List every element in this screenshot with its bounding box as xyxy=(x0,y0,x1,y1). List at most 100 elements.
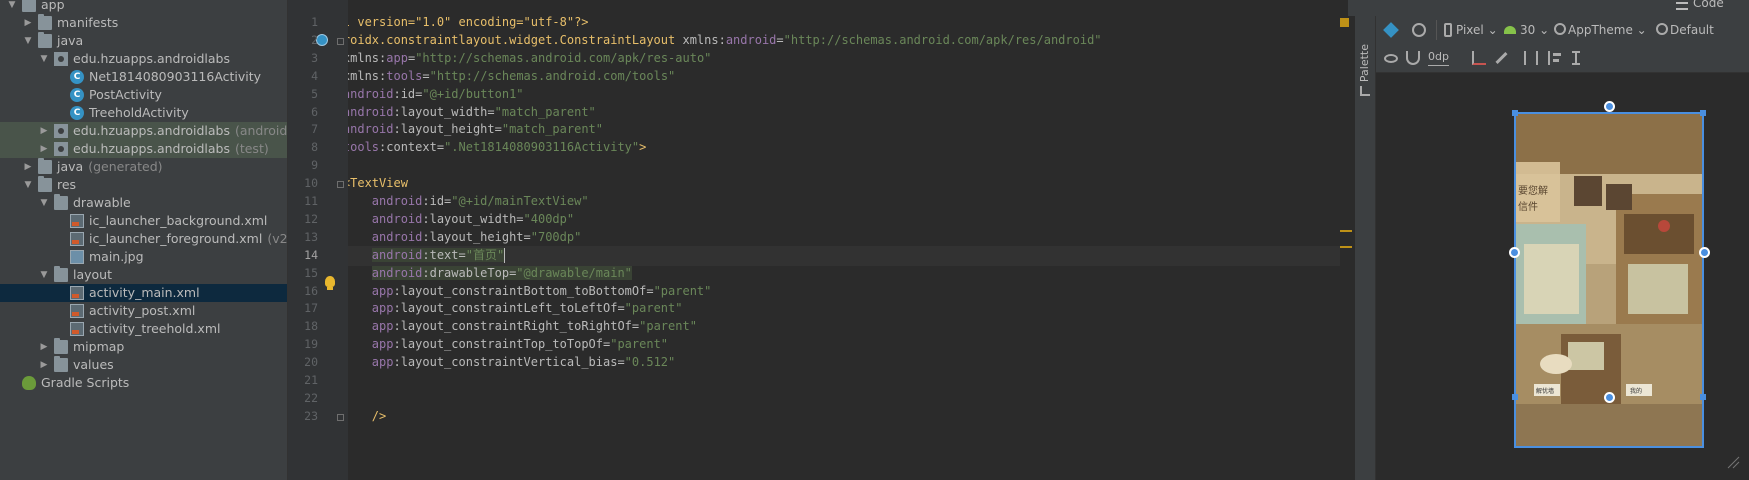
line-number[interactable]: 10 xyxy=(288,176,318,190)
palette-tab-label[interactable]: Palette xyxy=(1358,44,1371,82)
tree-item[interactable]: C TreeholdActivity xyxy=(0,104,287,122)
expand-arrow-icon[interactable]: ▶ xyxy=(38,140,50,160)
resize-handle-br[interactable] xyxy=(1700,394,1706,400)
right-constraint-handle[interactable] xyxy=(1699,247,1710,258)
api-level-selector[interactable]: 30 ⌄ xyxy=(1520,21,1549,39)
theme-selector[interactable]: AppTheme ⌄ xyxy=(1568,21,1647,39)
device-selector[interactable]: Pixel ⌄ xyxy=(1456,21,1498,39)
locale-globe-icon[interactable] xyxy=(1656,23,1668,35)
warning-indicator-icon[interactable] xyxy=(1340,18,1349,27)
tree-item[interactable]: ▶ edu.hzuapps.androidlabs (test) xyxy=(0,140,287,158)
line-number[interactable]: 4 xyxy=(288,69,318,83)
theme-icon[interactable] xyxy=(1554,23,1566,35)
tree-item[interactable]: Gradle Scripts xyxy=(0,374,287,392)
tree-item[interactable]: ▶ mipmap xyxy=(0,338,287,356)
guidelines-icon[interactable] xyxy=(1572,51,1580,65)
pack-icon[interactable] xyxy=(1524,51,1538,65)
tree-item[interactable]: ▼ layout xyxy=(0,266,287,284)
locale-selector[interactable]: Default xyxy=(1670,21,1714,39)
line-number[interactable]: 1 xyxy=(288,15,318,29)
code-mode-tab[interactable]: Code xyxy=(1693,0,1724,10)
infer-constraints-wand-icon[interactable] xyxy=(1495,51,1508,65)
lightbulb-icon[interactable] xyxy=(325,276,335,287)
tree-item[interactable]: ic_launcher_background.xml xyxy=(0,212,287,230)
line-number[interactable]: 8 xyxy=(288,140,318,154)
collapse-arrow-icon[interactable]: ▼ xyxy=(38,194,50,214)
resize-handle-tr[interactable] xyxy=(1700,110,1706,116)
highlight-marker[interactable] xyxy=(1340,230,1352,232)
xml-code-editor[interactable]: <?xml version="1.0" encoding="utf-8"?> <a… xyxy=(348,0,1346,480)
line-number[interactable]: 15 xyxy=(288,266,318,280)
line-number[interactable]: 7 xyxy=(288,122,318,136)
tree-item[interactable]: C Net1814080903116Activity xyxy=(0,68,287,86)
line-number[interactable]: 22 xyxy=(288,391,318,405)
fold-marker-icon[interactable] xyxy=(337,181,344,189)
line-number[interactable]: 19 xyxy=(288,337,318,351)
line-number[interactable]: 9 xyxy=(288,158,318,172)
collapse-arrow-icon[interactable]: ▼ xyxy=(22,176,34,196)
layout-design-surface[interactable]: Pixel ⌄ 30 ⌄ AppTheme ⌄ Default 0dp 要您解 … xyxy=(1376,16,1749,480)
tree-item[interactable]: C PostActivity xyxy=(0,86,287,104)
line-number[interactable]: 13 xyxy=(288,230,318,244)
view-options-eye-icon[interactable] xyxy=(1384,54,1398,63)
expand-arrow-icon[interactable]: ▶ xyxy=(22,158,34,178)
resize-handle-tl[interactable] xyxy=(1512,110,1518,116)
line-number[interactable]: 21 xyxy=(288,373,318,387)
expand-arrow-icon[interactable]: ▶ xyxy=(38,338,50,358)
tree-item[interactable]: ▶ java (generated) xyxy=(0,158,287,176)
design-surface-layers-icon[interactable] xyxy=(1383,22,1399,38)
collapse-arrow-icon[interactable]: ▼ xyxy=(38,50,50,70)
android-api-icon[interactable] xyxy=(1504,26,1516,34)
line-number[interactable]: 11 xyxy=(288,194,318,208)
orientation-icon[interactable] xyxy=(1412,23,1426,37)
line-number[interactable]: 14 xyxy=(288,248,318,262)
bottom-constraint-handle[interactable] xyxy=(1604,392,1615,403)
tree-item[interactable]: main.jpg xyxy=(0,248,287,266)
code-line[interactable]: tools:context=".Net1814080903116Activity… xyxy=(348,137,646,157)
line-number[interactable]: 17 xyxy=(288,301,318,315)
left-constraint-handle[interactable] xyxy=(1509,247,1520,258)
expand-arrow-icon[interactable]: ▶ xyxy=(22,14,34,34)
resize-handle-bl[interactable] xyxy=(1512,394,1518,400)
tree-item[interactable]: ▶ edu.hzuapps.androidlabs(androidTest) xyxy=(0,122,287,140)
default-margin-selector[interactable]: 0dp xyxy=(1428,49,1449,66)
collapse-arrow-icon[interactable]: ▼ xyxy=(22,32,34,52)
top-constraint-handle[interactable] xyxy=(1604,101,1615,112)
expand-arrow-icon[interactable]: ▶ xyxy=(38,356,50,376)
line-number[interactable]: 6 xyxy=(288,105,318,119)
tree-item[interactable]: ▼ edu.hzuapps.androidlabs xyxy=(0,50,287,68)
device-phone-icon[interactable] xyxy=(1444,23,1452,37)
tree-item[interactable]: ▼ res xyxy=(0,176,287,194)
component-tree-icon[interactable] xyxy=(1360,86,1370,96)
editor-error-stripe[interactable] xyxy=(1340,18,1354,480)
code-line[interactable]: /> xyxy=(348,406,386,426)
line-number[interactable]: 18 xyxy=(288,319,318,333)
collapse-arrow-icon[interactable]: ▼ xyxy=(38,266,50,286)
autoconnect-magnet-icon[interactable] xyxy=(1406,51,1420,65)
resize-grip-icon[interactable] xyxy=(1726,455,1740,469)
tree-item[interactable]: ic_launcher_foreground.xml(v24) xyxy=(0,230,287,248)
line-number[interactable]: 2 xyxy=(288,33,318,47)
tree-item[interactable]: ▼ drawable xyxy=(0,194,287,212)
highlight-marker[interactable] xyxy=(1340,246,1352,248)
line-number[interactable]: 23 xyxy=(288,409,318,423)
line-number[interactable]: 16 xyxy=(288,284,318,298)
tree-item[interactable]: ▶ values xyxy=(0,356,287,374)
align-icon[interactable] xyxy=(1548,51,1562,65)
line-number[interactable]: 5 xyxy=(288,87,318,101)
line-number[interactable]: 3 xyxy=(288,51,318,65)
code-line[interactable]: app:layout_constraintVertical_bias="0.51… xyxy=(348,352,675,372)
tree-item[interactable]: activity_treehold.xml xyxy=(0,320,287,338)
line-number[interactable]: 12 xyxy=(288,212,318,226)
code-mode-icon[interactable] xyxy=(1676,2,1688,10)
fold-marker-icon[interactable] xyxy=(337,413,344,421)
line-number[interactable]: 20 xyxy=(288,355,318,369)
tree-item[interactable]: ▶ manifests xyxy=(0,14,287,32)
tree-item[interactable]: ▼ app xyxy=(0,0,287,14)
tree-item[interactable]: ▼ java xyxy=(0,32,287,50)
tree-item[interactable]: activity_main.xml xyxy=(0,284,287,302)
clear-constraints-icon[interactable] xyxy=(1472,51,1486,65)
palette-side-tab[interactable]: Palette xyxy=(1355,16,1376,480)
expand-arrow-icon[interactable]: ▶ xyxy=(38,122,50,142)
tree-item[interactable]: activity_post.xml xyxy=(0,302,287,320)
